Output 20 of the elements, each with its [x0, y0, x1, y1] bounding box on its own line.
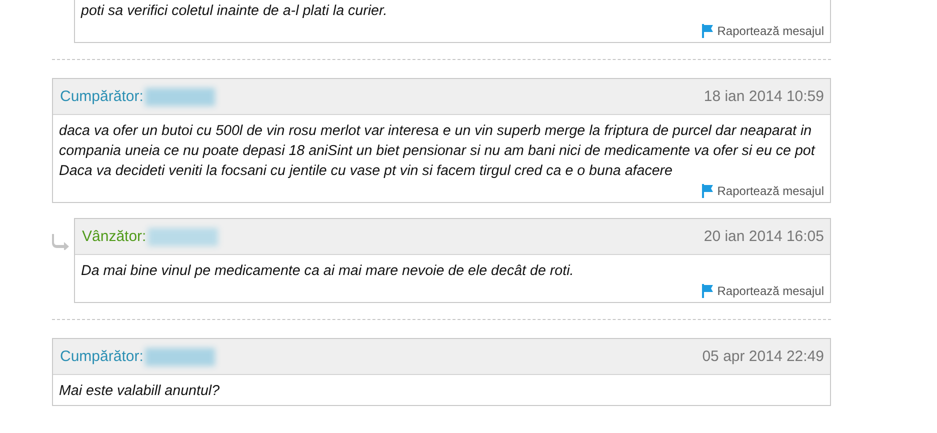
- author-role: Cumpărător:: [60, 88, 144, 105]
- message-text: poti sa verifici coletul inainte de a-l plati la curier.: [81, 2, 388, 21]
- author-role: Cumpărător:: [60, 348, 144, 365]
- blurred-name: [145, 88, 216, 106]
- message-text: Mai este valabill anuntul?: [59, 382, 221, 401]
- flag-icon: [701, 24, 714, 38]
- report-link[interactable]: Raportează mesajul: [701, 24, 824, 38]
- report-link[interactable]: Raportează mesajul: [701, 284, 824, 298]
- reply-arrow-icon: [52, 234, 70, 250]
- blurred-name: [148, 228, 218, 246]
- flag-icon: [701, 284, 714, 298]
- blurred-name: [145, 348, 216, 366]
- message-date: 18 ian 2014 10:59: [704, 88, 824, 105]
- flag-icon: [701, 184, 714, 198]
- message-date: 20 ian 2014 16:05: [704, 228, 824, 245]
- report-link[interactable]: Raportează mesajul: [701, 184, 824, 198]
- message-text: daca va ofer un butoi cu 500l de vin rosu merlot var interesa e un vin superb merge la friptura de purcel dar neaparat in compania uneia ce nu poate depasi 18 aniSint un biet pensionar si nu am bani nici de medicamente va ofer si eu ce pot Daca va decideti veniti la focsani cu jentile cu vase pt vin si facem tirgul cred ca e o buna afacere: [59, 122, 816, 181]
- message-date: 05 apr 2014 22:49: [702, 348, 824, 365]
- author-role: Vânzător:: [82, 228, 146, 245]
- message-text: Da mai bine vinul pe medicamente ca ai mai mare nevoie de ele decât de roti.: [81, 262, 575, 281]
